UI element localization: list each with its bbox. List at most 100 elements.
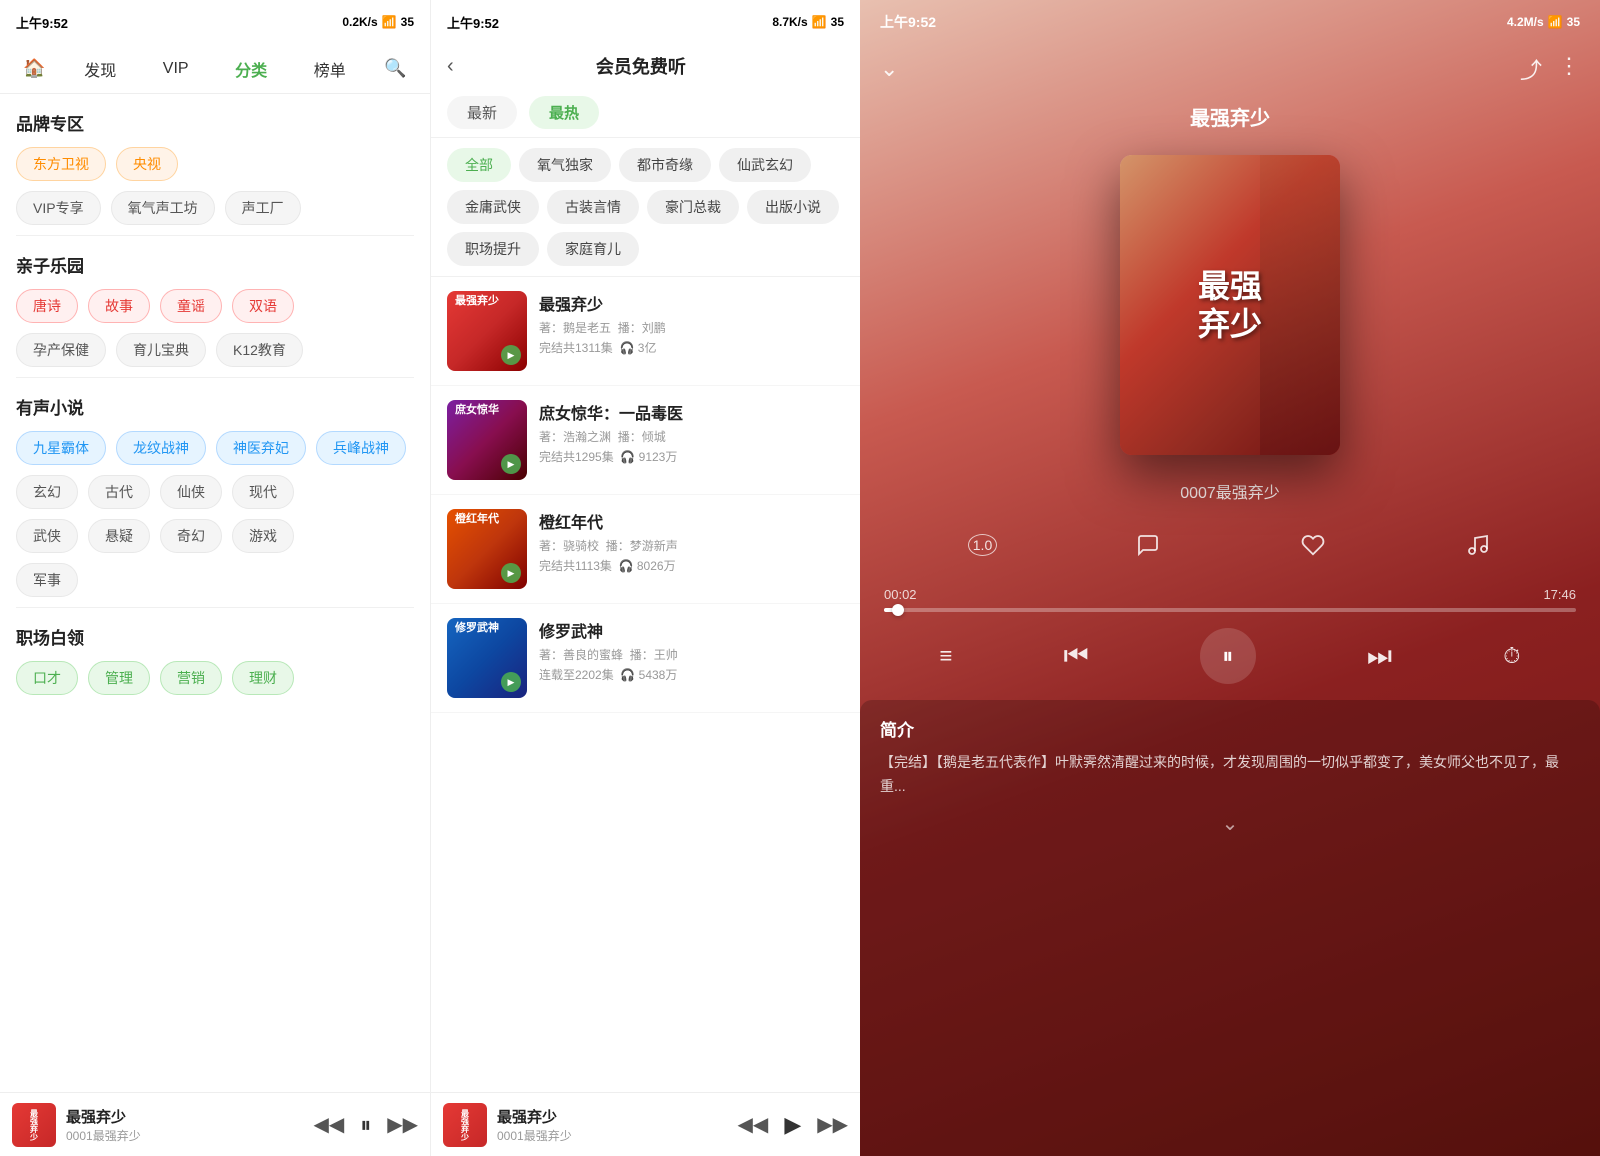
- tag-finance[interactable]: 理财: [232, 661, 294, 695]
- back-button[interactable]: ‹: [447, 55, 454, 78]
- tag-poetry[interactable]: 唐诗: [16, 289, 78, 323]
- prev-track-button[interactable]: ⏮: [1064, 640, 1089, 673]
- tag-fantasy[interactable]: 奇幻: [160, 519, 222, 553]
- book-stats-2: 完结共1295集 🎧 9123万: [539, 448, 844, 465]
- book-stats-3: 完结共1113集 🎧 8026万: [539, 557, 844, 574]
- next-btn-2[interactable]: ▶▶: [817, 1112, 848, 1137]
- tag-dragon[interactable]: 龙纹战神: [116, 431, 206, 465]
- tag-bilingual[interactable]: 双语: [232, 289, 294, 323]
- tag-xianxia[interactable]: 仙侠: [160, 475, 222, 509]
- search-icon-1[interactable]: 🔍: [384, 58, 406, 79]
- comment-button[interactable]: [1126, 523, 1170, 567]
- cat-xianwu[interactable]: 仙武玄幻: [719, 148, 811, 182]
- book-info-3: 橙红年代 著：骁骑校 播：梦游新声 完结共1113集 🎧 8026万: [539, 509, 844, 574]
- battery-2: 35: [831, 15, 844, 29]
- nav-categories[interactable]: 分类: [227, 57, 275, 81]
- music-note-button[interactable]: [1456, 523, 1500, 567]
- cat-costume[interactable]: 古装言情: [547, 190, 639, 224]
- player-thumb-text-1: 最强弃少: [29, 1109, 40, 1141]
- cat-published[interactable]: 出版小说: [747, 190, 839, 224]
- tag-management[interactable]: 管理: [88, 661, 150, 695]
- player-info-1: 最强弃少 0001最强弃少: [66, 1106, 303, 1144]
- speed-button[interactable]: 1.0: [961, 523, 1005, 567]
- kids-section-title: 亲子乐园: [16, 252, 414, 277]
- tag-xuanhuan[interactable]: 玄幻: [16, 475, 78, 509]
- tag-cctv[interactable]: 央视: [116, 147, 178, 181]
- cat-ceo[interactable]: 豪门总裁: [647, 190, 739, 224]
- nav-vip[interactable]: VIP: [155, 60, 197, 78]
- tag-oxygen-studio[interactable]: 氧气声工坊: [111, 191, 215, 225]
- nav-charts[interactable]: 榜单: [306, 57, 354, 81]
- wifi-icon: 📶: [812, 15, 827, 29]
- book-cover-2: 庶女惊华 ▶: [447, 400, 527, 480]
- status-icons-1: 0.2K/s 📶 35: [342, 15, 414, 29]
- player-subtitle-1: 0001最强弃少: [66, 1127, 303, 1144]
- tag-voice-factory[interactable]: 声工厂: [225, 191, 301, 225]
- tag-nursery[interactable]: 童谣: [160, 289, 222, 323]
- prev-btn-2[interactable]: ◀◀: [738, 1112, 769, 1137]
- prev-btn-1[interactable]: ◀◀: [313, 1112, 344, 1137]
- book-stats-1: 完结共1311集 🎧 3亿: [539, 339, 844, 356]
- cat-all[interactable]: 全部: [447, 148, 511, 182]
- list-item[interactable]: 庶女惊华 ▶ 庶女惊华：一品毒医 著：浩瀚之渊 播：倾城 完结共1295集 🎧 …: [431, 386, 860, 495]
- album-art-text: 最强弃少: [1198, 267, 1262, 344]
- next-btn-1[interactable]: ▶▶: [387, 1112, 418, 1137]
- tab-newest[interactable]: 最新: [447, 96, 517, 129]
- book-info-4: 修罗武神 著：善良的蜜蜂 播：王帅 连载至2202集 🎧 5438万: [539, 618, 844, 683]
- tag-game[interactable]: 游戏: [232, 519, 294, 553]
- tag-k12[interactable]: K12教育: [216, 333, 303, 367]
- share-icon[interactable]: ⤴: [1520, 53, 1542, 85]
- time-current: 00:02: [884, 587, 917, 602]
- tag-ancient[interactable]: 古代: [88, 475, 150, 509]
- next-track-button[interactable]: ⏭: [1367, 640, 1392, 673]
- panel-categories: 上午9:52 0.2K/s 📶 35 🏠 发现 VIP 分类 榜单 🔍 品牌专区…: [0, 0, 430, 1156]
- network-speed-2: 8.7K/s: [772, 15, 807, 29]
- like-button[interactable]: [1291, 523, 1335, 567]
- book-cover-4: 修罗武神 ▶: [447, 618, 527, 698]
- progress-dot: [892, 604, 904, 616]
- tag-marketing[interactable]: 营销: [160, 661, 222, 695]
- player-thumb-1: 最强弃少: [12, 1103, 56, 1147]
- status-bar-2: 上午9:52 8.7K/s 📶 35: [431, 0, 860, 44]
- tag-nine-star[interactable]: 九星霸体: [16, 431, 106, 465]
- chevron-down-icon[interactable]: ⌄: [880, 56, 898, 82]
- tag-dongfang[interactable]: 东方卫视: [16, 147, 106, 181]
- nav-discover[interactable]: 发现: [76, 57, 124, 81]
- tab-hottest[interactable]: 最热: [529, 96, 599, 129]
- cat-workplace[interactable]: 职场提升: [447, 232, 539, 266]
- book-cover-3: 橙红年代 ▶: [447, 509, 527, 589]
- cat-parenting[interactable]: 家庭育儿: [547, 232, 639, 266]
- tag-vip-exclusive[interactable]: VIP专享: [16, 191, 101, 225]
- tag-divine-doctor[interactable]: 神医弃妃: [216, 431, 306, 465]
- play-badge-2: ▶: [501, 454, 521, 474]
- tag-mystery[interactable]: 悬疑: [88, 519, 150, 553]
- pause-button[interactable]: ⏸: [1200, 628, 1256, 684]
- playlist-icon[interactable]: ≡: [940, 643, 953, 669]
- sleep-timer-icon[interactable]: ⏱: [1503, 643, 1520, 669]
- tag-military-peak[interactable]: 兵峰战神: [316, 431, 406, 465]
- cat-urban[interactable]: 都市奇缘: [619, 148, 711, 182]
- progress-bar[interactable]: [884, 608, 1576, 612]
- home-icon[interactable]: 🏠: [23, 58, 45, 79]
- list-item[interactable]: 最强弃少 ▶ 最强弃少 著：鹅是老五 播：刘鹏 完结共1311集 🎧 3亿: [431, 277, 860, 386]
- tag-military[interactable]: 军事: [16, 563, 78, 597]
- tag-stories[interactable]: 故事: [88, 289, 150, 323]
- novel-row-4: 军事: [16, 563, 414, 597]
- chevron-down-more-icon[interactable]: ⌄: [1222, 813, 1239, 835]
- list-item[interactable]: 橙红年代 ▶ 橙红年代 著：骁骑校 播：梦游新声 完结共1113集 🎧 8026…: [431, 495, 860, 604]
- categories-content: 品牌专区 东方卫视 央视 VIP专享 氧气声工坊 声工厂 亲子乐园 唐诗 故事 …: [0, 94, 430, 1092]
- tag-prenatal[interactable]: 孕产保健: [16, 333, 106, 367]
- tag-modern[interactable]: 现代: [232, 475, 294, 509]
- list-item[interactable]: 修罗武神 ▶ 修罗武神 著：善良的蜜蜂 播：王帅 连载至2202集 🎧 5438…: [431, 604, 860, 713]
- tag-parenting[interactable]: 育儿宝典: [116, 333, 206, 367]
- more-icon[interactable]: ⋮: [1558, 53, 1580, 85]
- play-btn-2[interactable]: ▶: [784, 1112, 801, 1138]
- cat-oxygen[interactable]: 氧气独家: [519, 148, 611, 182]
- cat-jinyong[interactable]: 金庸武侠: [447, 190, 539, 224]
- tag-speech[interactable]: 口才: [16, 661, 78, 695]
- track-title: 最强弃少: [860, 94, 1600, 139]
- tag-wuxia[interactable]: 武侠: [16, 519, 78, 553]
- pause-btn-1[interactable]: ⏸: [360, 1112, 371, 1138]
- track-episode: 0007最强弃少: [860, 471, 1600, 511]
- progress-container: 00:02 17:46: [860, 579, 1600, 620]
